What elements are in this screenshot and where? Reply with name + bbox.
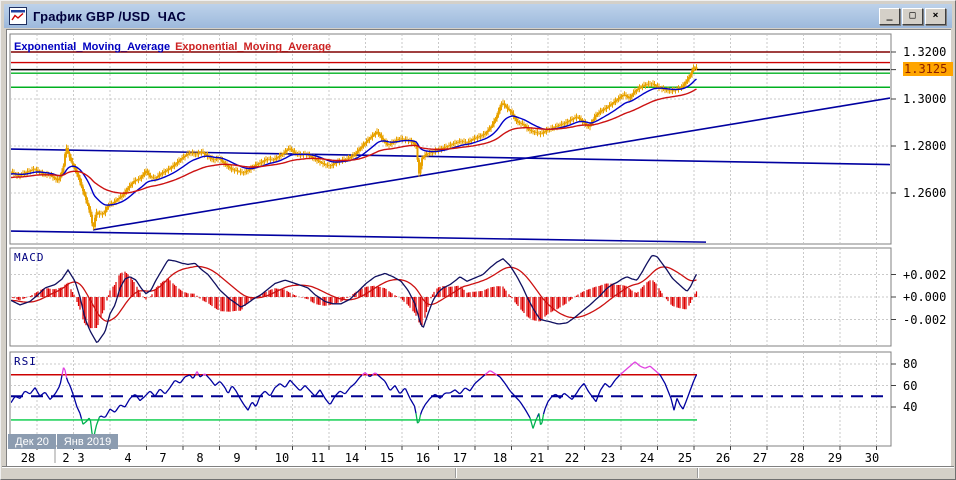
day-tick-label: 3 [77,451,85,465]
month-badge-dec: Дек 20 [8,434,56,449]
day-tick-label: 22 [564,451,580,465]
rsi-panel-label: RSI [14,355,37,368]
day-tick-label: 29 [827,451,843,465]
day-tick-label: 23 [600,451,616,465]
day-tick-label: 28 [789,451,805,465]
app-window: { "window": { "title": "График GBP /USD … [0,0,956,480]
day-tick-label: 27 [752,451,768,465]
current-price-badge: 1.3125 [903,62,953,76]
ema-indicator-label: Exponential_Moving_Average [14,41,171,53]
axis-tick-label: -0.002 [903,312,947,327]
axis-tick-label: 60 [903,378,918,393]
day-tick-label: 7 [159,451,167,465]
axis-tick-label: 1.3200 [903,45,947,59]
day-tick-label: 15 [379,451,395,465]
day-tick-label: 17 [452,451,468,465]
axis-tick-label: 40 [903,400,918,414]
axis-tick-label: 1.2800 [903,139,947,153]
day-tick-label: 26 [715,451,731,465]
indicator-labels: Exponential_Moving_Average Exponential_Mo… [14,37,336,55]
axis-tick-label: 80 [903,357,918,371]
chart-canvas[interactable] [0,0,956,480]
day-tick-label: 9 [233,451,241,465]
macd-panel-label: MACD [14,251,45,264]
axis-tick-label: 1.3000 [903,92,947,106]
day-tick-label: 21 [529,451,545,465]
rsi-panel [11,353,890,445]
month-badge-jan: Янв 2019 [57,434,118,449]
day-tick-label: 8 [196,451,204,465]
day-tick-label: 4 [124,451,132,465]
day-tick-label: 14 [344,451,360,465]
day-tick-label: 24 [639,451,655,465]
price-panel [11,35,890,243]
ema-indicator-label: Exponential_Moving_Average [175,41,332,53]
axis-tick-label: 1.2600 [903,186,947,200]
day-tick-label: 30 [864,451,880,465]
day-tick-label: 18 [492,451,508,465]
axis-tick-label: +0.002 [903,267,947,282]
day-tick-label: 2 [62,451,70,465]
day-tick-label: 25 [677,451,693,465]
status-bar [2,466,954,479]
day-tick-label: 11 [310,451,326,465]
macd-panel [11,249,890,345]
day-tick-label: 28 [20,451,36,465]
status-divider [455,468,456,478]
axis-tick-label: +0.000 [903,290,947,304]
day-tick-label: 16 [415,451,431,465]
day-tick-label: 10 [274,451,290,465]
status-divider [697,468,698,478]
